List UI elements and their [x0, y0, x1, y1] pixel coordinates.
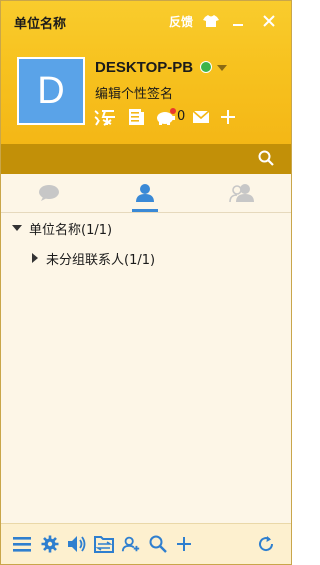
search-icon	[149, 535, 167, 553]
menu-icon	[13, 537, 31, 552]
status-dropdown-icon[interactable]	[217, 65, 227, 71]
user-name: DESKTOP-PB	[95, 59, 194, 76]
subgroup-label: 未分组联系人(1/1)	[46, 252, 156, 268]
mail-button[interactable]	[191, 107, 211, 127]
minimize-icon	[233, 24, 243, 26]
app-window: 单位名称 反馈 D DESKTOP-PB 编辑个性签名 0 单位名称(1/1) …	[0, 0, 292, 565]
search-bar	[1, 144, 291, 174]
tab-contacts[interactable]	[97, 174, 193, 212]
avatar-letter: D	[37, 69, 65, 112]
bottom-toolbar	[1, 523, 291, 564]
active-tab-indicator	[132, 209, 158, 212]
settings-gear-icon	[41, 535, 59, 553]
skin-button[interactable]	[202, 11, 220, 31]
search-icon	[258, 150, 274, 166]
settings-button[interactable]	[40, 534, 60, 554]
document-icon	[129, 109, 144, 125]
online-status-icon[interactable]	[200, 61, 212, 73]
taobao-button[interactable]	[94, 107, 116, 127]
add-button[interactable]	[174, 534, 194, 554]
search-button[interactable]	[258, 150, 276, 168]
refresh-icon	[259, 536, 274, 552]
add-contact-icon	[121, 536, 140, 552]
shirt-icon	[203, 15, 219, 27]
feedback-button[interactable]: 反馈	[167, 11, 195, 31]
tab-conversations[interactable]	[1, 174, 97, 212]
tree-subgroup-ungrouped[interactable]: 未分组联系人(1/1)	[1, 245, 291, 271]
add-app-button[interactable]	[218, 107, 238, 127]
signature-edit[interactable]: 编辑个性签名	[95, 83, 173, 102]
contact-person-icon	[136, 184, 154, 202]
taobao-icon	[94, 110, 115, 126]
piggy-count: 0	[177, 109, 186, 124]
mail-icon	[192, 110, 210, 123]
tree-group-unit[interactable]: 单位名称(1/1)	[1, 215, 291, 241]
chat-bubble-icon	[39, 185, 59, 201]
piggy-bank-icon	[157, 108, 176, 125]
add-icon	[221, 110, 235, 124]
tab-groups[interactable]	[193, 174, 291, 212]
collapsed-arrow-icon	[32, 253, 38, 263]
add-contact-button[interactable]	[121, 534, 141, 554]
main-tabs	[1, 174, 291, 213]
close-button[interactable]	[260, 11, 278, 31]
close-icon	[263, 15, 275, 27]
window-title: 单位名称	[14, 17, 67, 32]
volume-icon	[68, 536, 86, 552]
file-transfer-button[interactable]	[94, 534, 114, 554]
expanded-arrow-icon	[12, 225, 22, 231]
file-transfer-icon	[94, 536, 114, 553]
avatar[interactable]: D	[17, 57, 85, 125]
sound-button[interactable]	[67, 534, 87, 554]
minimize-button[interactable]	[230, 11, 246, 31]
group-people-icon	[229, 184, 254, 203]
profile-header: 单位名称 反馈 D DESKTOP-PB 编辑个性签名 0	[1, 1, 291, 144]
group-label: 单位名称(1/1)	[29, 222, 113, 238]
refresh-button[interactable]	[256, 534, 276, 554]
document-button[interactable]	[126, 107, 146, 127]
piggy-bank-button[interactable]	[155, 107, 177, 127]
search-input[interactable]	[9, 149, 253, 171]
main-menu-button[interactable]	[12, 534, 32, 554]
find-button[interactable]	[148, 534, 168, 554]
add-icon	[177, 537, 191, 551]
